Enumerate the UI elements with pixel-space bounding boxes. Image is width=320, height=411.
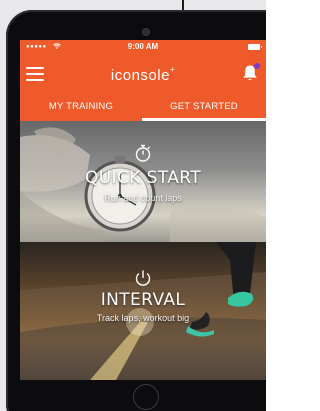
logo-text: iconsole: [110, 67, 170, 84]
quick-start-subtitle: Run and count laps: [104, 193, 182, 203]
interval-card[interactable]: INTERVAL Track laps, workout big: [20, 242, 266, 380]
interval-subtitle: Track laps, workout big: [96, 313, 190, 323]
front-camera: [143, 29, 149, 35]
app-bar: iconsole+: [20, 54, 266, 94]
quick-start-title: QUICK START: [84, 168, 202, 188]
tab-bar: MY TRAINING GET STARTED: [20, 94, 266, 121]
device-mockup: ●●●●● 9:00 AM iconsole+ MY TRAINING GET …: [0, 0, 266, 411]
battery-icon: [248, 44, 262, 50]
tab-my-training[interactable]: MY TRAINING: [20, 94, 142, 121]
logo-suffix: +: [169, 65, 176, 74]
notification-badge: [254, 63, 260, 69]
app-screen: ●●●●● 9:00 AM iconsole+ MY TRAINING GET …: [20, 40, 266, 380]
status-time: 9:00 AM: [127, 42, 159, 51]
home-button[interactable]: [133, 384, 159, 410]
app-logo: iconsole+: [20, 65, 266, 84]
power-icon: [135, 270, 151, 286]
stopwatch-icon: [135, 144, 151, 162]
tab-get-started[interactable]: GET STARTED: [142, 94, 266, 121]
runner-photo: [20, 242, 266, 380]
quick-start-card[interactable]: QUICK START Run and count laps: [20, 121, 266, 242]
interval-title: INTERVAL: [100, 290, 186, 310]
status-bar: ●●●●● 9:00 AM: [20, 40, 266, 54]
